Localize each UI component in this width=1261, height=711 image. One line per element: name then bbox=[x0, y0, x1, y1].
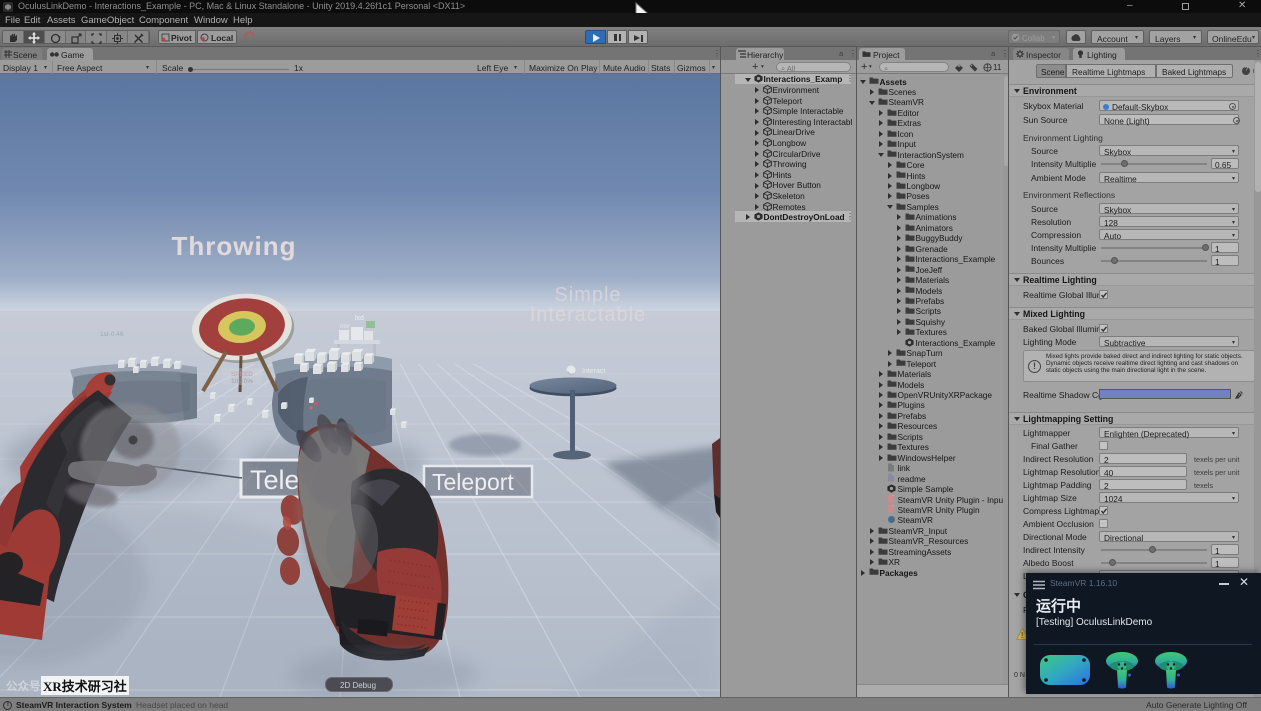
svg-text:!: ! bbox=[1021, 631, 1023, 640]
